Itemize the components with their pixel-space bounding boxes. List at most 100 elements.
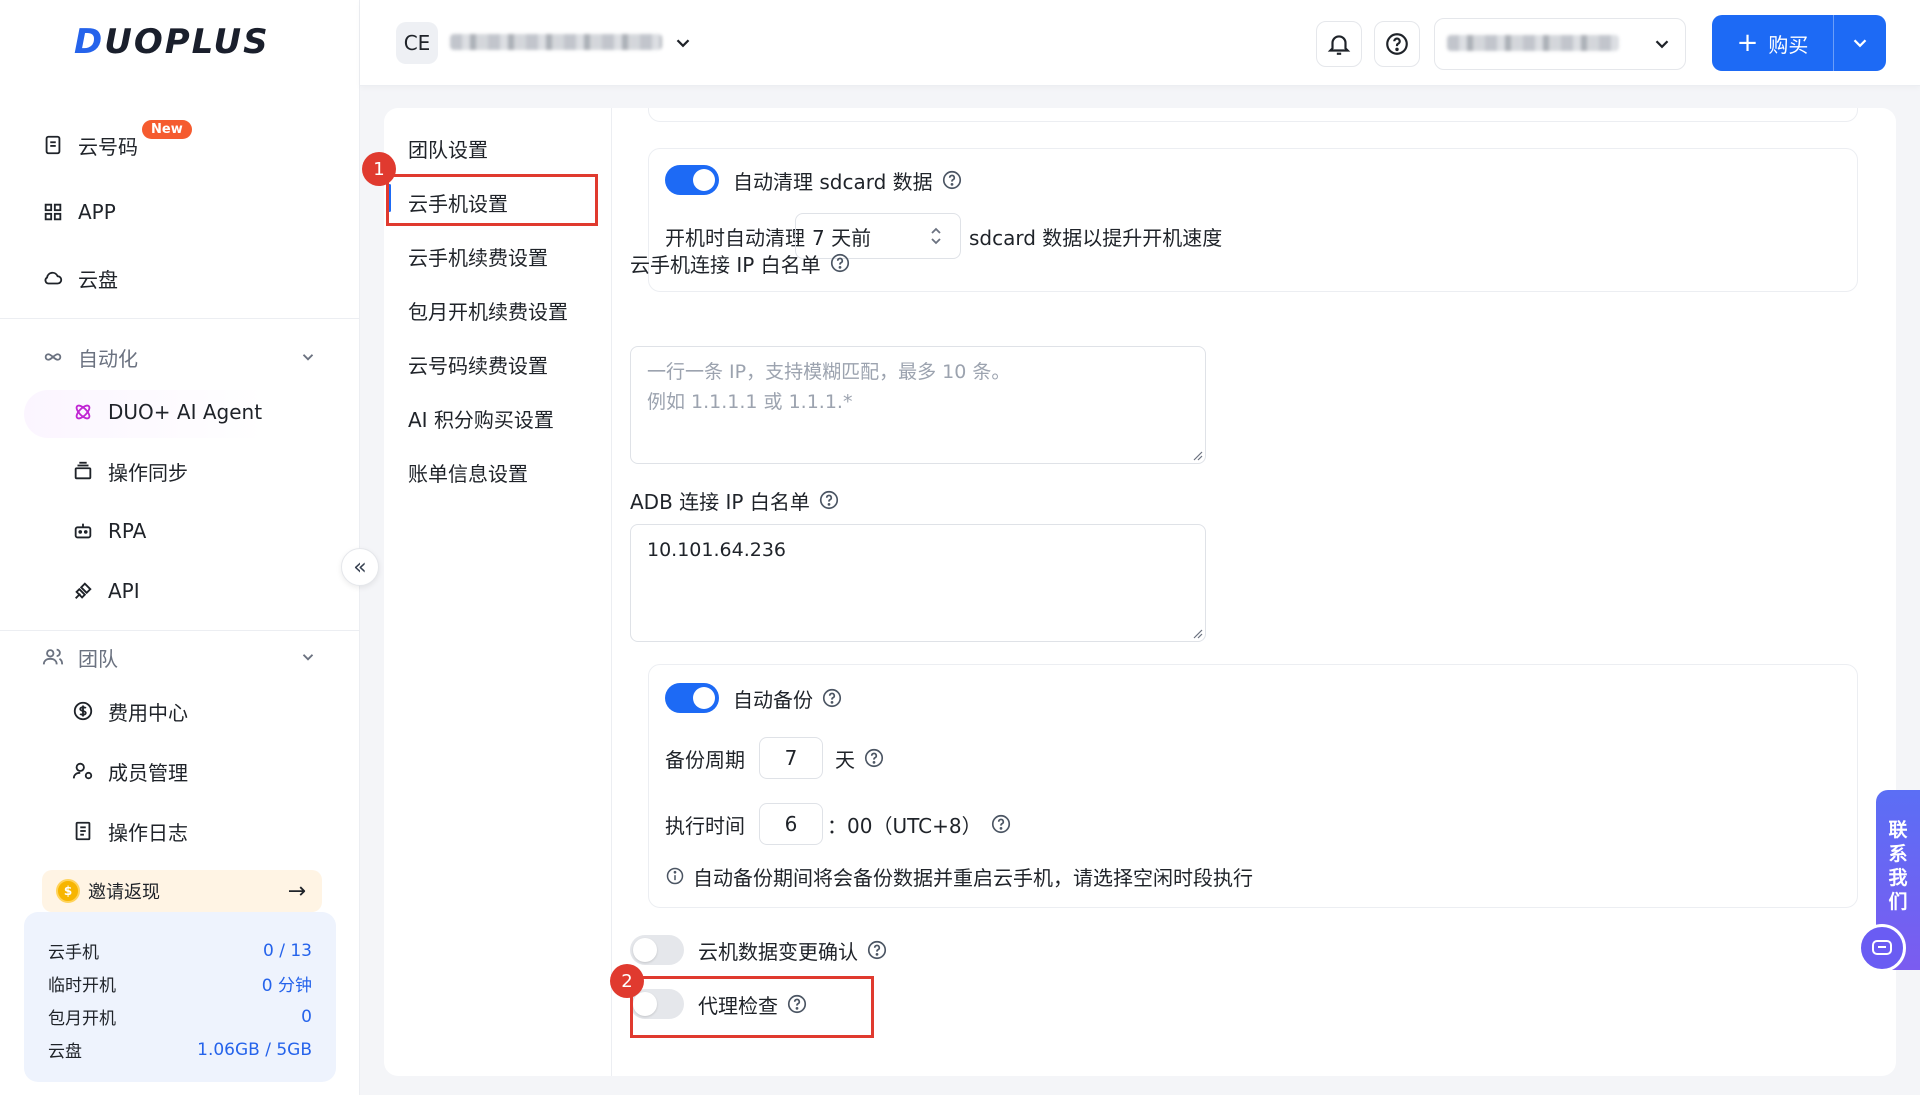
help-circle-icon[interactable] (818, 489, 840, 511)
stat-row: 临时开机 0 分钟 (48, 967, 312, 1000)
top-bar: CE + 购买 (360, 0, 1920, 86)
sidebar-item-label: 云号码 (78, 134, 138, 159)
time-suffix-text: ：00（UTC+8） (827, 813, 982, 838)
stat-label: 云盘 (48, 1042, 82, 1062)
sidebar-item-members[interactable]: 成员管理 (72, 751, 188, 791)
settings-card: 团队设置 云手机设置 云手机续费设置 包月开机续费设置 云号码续费设置 AI 积… (384, 108, 1896, 1076)
arrow-right-icon: → (287, 878, 306, 904)
backup-label-text: 自动备份 (733, 687, 813, 712)
help-circle-icon[interactable] (941, 169, 963, 191)
backup-toggle[interactable] (665, 683, 719, 713)
sidebar-item-logs[interactable]: 操作日志 (72, 811, 188, 851)
buy-button[interactable]: + 购买 (1712, 15, 1886, 71)
chevron-down-icon[interactable] (299, 648, 317, 666)
chat-button[interactable] (1858, 924, 1906, 972)
sidebar-item-label: RPA (108, 519, 147, 543)
sidebar-item-label: DUO+ AI Agent (108, 400, 263, 424)
settings-nav-number-renewal[interactable]: 云号码续费设置 (408, 344, 548, 384)
resize-handle-icon[interactable] (1191, 627, 1203, 639)
account-selector[interactable] (1434, 18, 1686, 70)
annotation-box-1 (386, 174, 598, 226)
invite-label: 邀请返现 (88, 882, 160, 903)
settings-nav-renewal[interactable]: 云手机续费设置 (408, 236, 548, 276)
help-circle-icon[interactable] (829, 252, 851, 274)
backup-period-input[interactable]: 7 (759, 737, 823, 779)
divider (0, 630, 360, 631)
chat-icon (1872, 940, 1892, 955)
backup-time-input[interactable]: 6 (759, 803, 823, 845)
chevron-down-icon (1655, 40, 1669, 49)
chevron-down-icon[interactable] (299, 348, 317, 366)
buy-main[interactable]: + 购买 (1712, 15, 1834, 71)
textarea-value: 10.101.64.236 (647, 539, 787, 561)
sidebar-item-label: 成员管理 (108, 760, 188, 785)
resize-handle-icon[interactable] (1191, 449, 1203, 461)
backup-label: 自动备份 (733, 681, 843, 715)
stat-row: 云手机 0 / 13 (48, 934, 312, 967)
sidebar-item-rpa[interactable]: RPA (72, 511, 146, 551)
unit-text: 天 (835, 747, 855, 772)
sidebar-item-sync[interactable]: 操作同步 (72, 451, 188, 491)
log-icon (72, 820, 94, 842)
sidebar-item-label: API (108, 579, 140, 603)
help-button[interactable] (1374, 21, 1420, 67)
stat-row: 包月开机 0 (48, 1000, 312, 1033)
sync-icon (72, 460, 94, 482)
change-confirm-label: 云机数据变更确认 (698, 932, 888, 968)
panel-edge (648, 108, 1858, 122)
ip-whitelist-label: 云手机连接 IP 白名单 (630, 248, 851, 278)
buy-label: 购买 (1768, 32, 1809, 57)
annotation-box-2 (630, 976, 874, 1038)
workspace-badge[interactable]: CE (396, 22, 438, 64)
sidebar-item-api[interactable]: API (72, 571, 140, 611)
sidebar-item-label: 操作同步 (108, 460, 188, 485)
sidebar-item-cloud-number[interactable]: 云号码 (42, 125, 138, 165)
sidebar-item-cloud-disk[interactable]: 云盘 (42, 258, 118, 298)
ip-whitelist-label-text: 云手机连接 IP 白名单 (630, 252, 821, 277)
backup-panel: 自动备份 备份周期 7 天 执行时间 6 ：00（UTC+8） 自动备份期间将会… (648, 664, 1858, 908)
backup-note-text: 自动备份期间将会备份数据并重启云手机，请选择空闲时段执行 (693, 865, 1253, 890)
sidebar-item-ai-agent[interactable]: DUO+ AI Agent (72, 392, 262, 432)
help-circle-icon[interactable] (863, 747, 885, 769)
change-confirm-toggle[interactable] (630, 935, 684, 965)
sidebar-group-automation[interactable]: 自动化 (42, 337, 138, 377)
chevron-down-icon (1853, 39, 1867, 48)
ip-whitelist-textarea[interactable]: 一行一条 IP，支持模糊匹配，最多 10 条。 例如 1.1.1.1 或 1.1… (630, 346, 1206, 464)
sidebar-group-team[interactable]: 团队 (42, 637, 118, 677)
sidebar-item-app[interactable]: APP (42, 192, 116, 232)
notifications-button[interactable] (1316, 21, 1362, 67)
contact-char: 们 (1888, 891, 1908, 913)
stat-label: 包月开机 (48, 1009, 116, 1029)
help-circle-icon[interactable] (866, 939, 888, 961)
sidebar-item-label: 操作日志 (108, 820, 188, 845)
group-title: 团队 (78, 646, 118, 671)
invite-cashback-banner[interactable]: $ 邀请返现 → (42, 870, 322, 912)
plus-icon: + (1736, 28, 1759, 58)
adb-whitelist-label: ADB 连接 IP 白名单 (630, 485, 840, 515)
robot-icon (72, 520, 94, 542)
infinity-icon (42, 346, 64, 368)
buy-dropdown[interactable] (1834, 32, 1886, 54)
chevron-down-icon[interactable] (672, 32, 694, 54)
sdcard-toggle[interactable] (665, 165, 719, 195)
divider (0, 318, 360, 319)
api-icon (72, 580, 94, 602)
sidebar-item-label: APP (78, 200, 116, 224)
collapse-sidebar-button[interactable]: « (341, 548, 379, 586)
settings-nav-ai-credits[interactable]: AI 积分购买设置 (408, 398, 554, 438)
sidebar-item-billing[interactable]: 费用中心 (72, 691, 188, 731)
settings-nav-billing-info[interactable]: 账单信息设置 (408, 452, 528, 492)
backup-note: 自动备份期间将会备份数据并重启云手机，请选择空闲时段执行 (665, 859, 1253, 893)
help-circle-icon[interactable] (821, 687, 843, 709)
backup-period-label: 备份周期 (665, 747, 745, 772)
duoplus-logo[interactable]: DUOPLUS (74, 22, 270, 62)
adb-whitelist-textarea[interactable]: 10.101.64.236 (630, 524, 1206, 642)
help-circle-icon[interactable] (990, 813, 1012, 835)
double-chevron-left-icon: « (353, 554, 367, 580)
settings-content: 自动清理 sdcard 数据 开机时自动清理 7 天前 sdcard 数据以提升… (612, 108, 1896, 1076)
info-icon (666, 867, 684, 885)
settings-nav-team[interactable]: 团队设置 (408, 128, 488, 168)
settings-nav-monthly-renewal[interactable]: 包月开机续费设置 (408, 290, 568, 330)
backup-time-label: 执行时间 (665, 813, 745, 838)
ai-agent-icon (72, 401, 94, 423)
